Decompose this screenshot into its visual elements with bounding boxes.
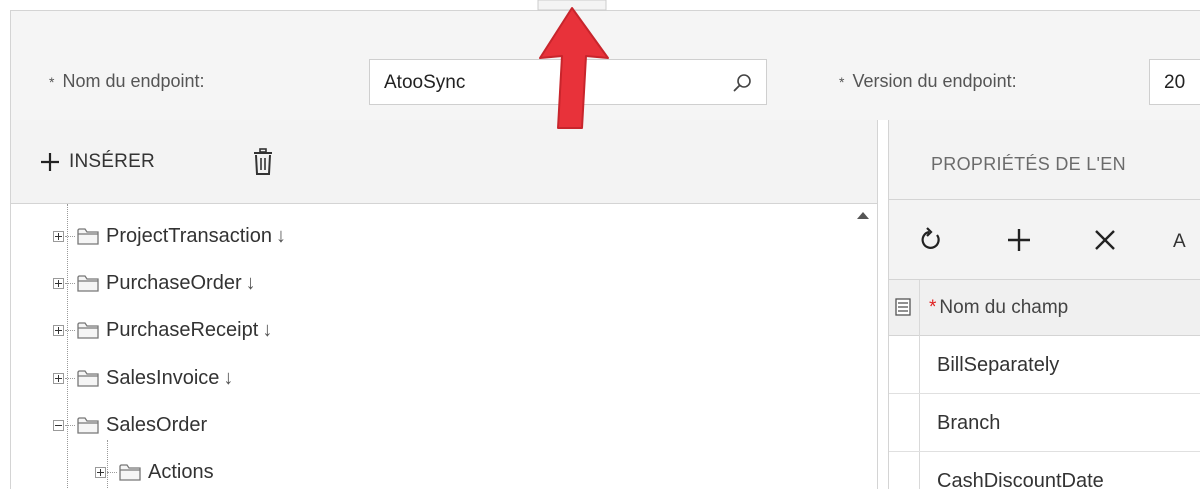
grid-header: * Nom du champ <box>889 280 1200 336</box>
scroll-up-icon[interactable] <box>857 212 869 219</box>
tree-guide-line <box>107 440 108 489</box>
folder-icon <box>77 275 99 292</box>
properties-tab-bar: PROPRIÉTÉS DE L'EN <box>889 120 1200 200</box>
column-header-field-name[interactable]: * Nom du champ <box>929 297 1068 319</box>
down-arrow-icon: ↓ <box>223 366 234 389</box>
endpoint-name-label: * Nom du endpoint: <box>49 71 205 91</box>
down-arrow-icon: ↓ <box>276 224 286 247</box>
table-row[interactable]: BillSeparately <box>889 336 1200 394</box>
tree-item-purchaseorder[interactable]: PurchaseOrder ↓ <box>53 268 256 298</box>
table-row[interactable]: CashDiscountDate <box>889 452 1200 489</box>
down-arrow-icon: ↓ <box>245 271 256 294</box>
tree-scrollbar[interactable] <box>849 204 877 489</box>
column-settings-icon[interactable] <box>895 298 911 316</box>
field-name-cell: BillSeparately <box>937 354 1060 376</box>
tab-entity-properties[interactable]: PROPRIÉTÉS DE L'EN <box>931 154 1126 175</box>
fields-grid: * Nom du champ BillSeparately Branch Cash… <box>889 280 1200 489</box>
folder-icon <box>119 464 141 481</box>
entity-tree: ProjectTransaction ↓ PurchaseOrder ↓ Pur… <box>11 204 877 489</box>
table-row[interactable]: Branch <box>889 394 1200 452</box>
down-arrow-icon: ↓ <box>262 318 273 341</box>
annotation-arrow-icon <box>537 0 609 129</box>
tree-item-salesorder[interactable]: SalesOrder <box>53 410 207 440</box>
tree-guide-line <box>67 204 68 489</box>
endpoint-version-input[interactable] <box>1164 71 1200 95</box>
properties-toolbar: A <box>889 200 1200 280</box>
expand-icon[interactable] <box>95 466 106 478</box>
tree-item-salesinvoice[interactable]: SalesInvoice ↓ <box>53 363 233 393</box>
expand-icon[interactable] <box>53 324 64 336</box>
folder-icon <box>77 322 99 339</box>
tree-item-projecttransaction[interactable]: ProjectTransaction ↓ <box>53 221 286 251</box>
plus-icon <box>41 153 59 171</box>
field-name-cell: Branch <box>937 412 1001 434</box>
close-icon[interactable] <box>1091 226 1119 254</box>
refresh-icon[interactable] <box>917 226 945 254</box>
folder-icon <box>77 370 99 387</box>
folder-icon <box>77 228 99 245</box>
expand-icon[interactable] <box>53 372 64 384</box>
endpoint-version-label: * Version du endpoint: <box>839 71 1017 91</box>
tree-item-purchasereceipt[interactable]: PurchaseReceipt ↓ <box>53 315 272 345</box>
field-name-cell: CashDiscountDate <box>937 470 1104 489</box>
entity-tree-panel: INSÉRER ProjectTransaction ↓ PurchaseOrd… <box>10 120 878 489</box>
expand-icon[interactable] <box>53 230 64 242</box>
tree-toolbar: INSÉRER <box>11 120 877 204</box>
endpoint-version-field[interactable] <box>1149 59 1200 105</box>
tree-item-actions[interactable]: Actions <box>95 457 214 487</box>
expand-icon[interactable] <box>53 277 64 289</box>
folder-icon <box>77 417 99 434</box>
collapse-icon[interactable] <box>53 419 64 431</box>
entity-properties-panel: PROPRIÉTÉS DE L'EN A * Nom du champ Bill… <box>888 120 1200 489</box>
insert-button-label: INSÉRER <box>69 151 155 172</box>
toolbar-action-label[interactable]: A <box>1173 231 1186 253</box>
trash-icon[interactable] <box>251 148 275 176</box>
search-icon[interactable] <box>732 72 754 94</box>
plus-icon[interactable] <box>1005 226 1033 254</box>
insert-button[interactable]: INSÉRER <box>39 146 155 178</box>
